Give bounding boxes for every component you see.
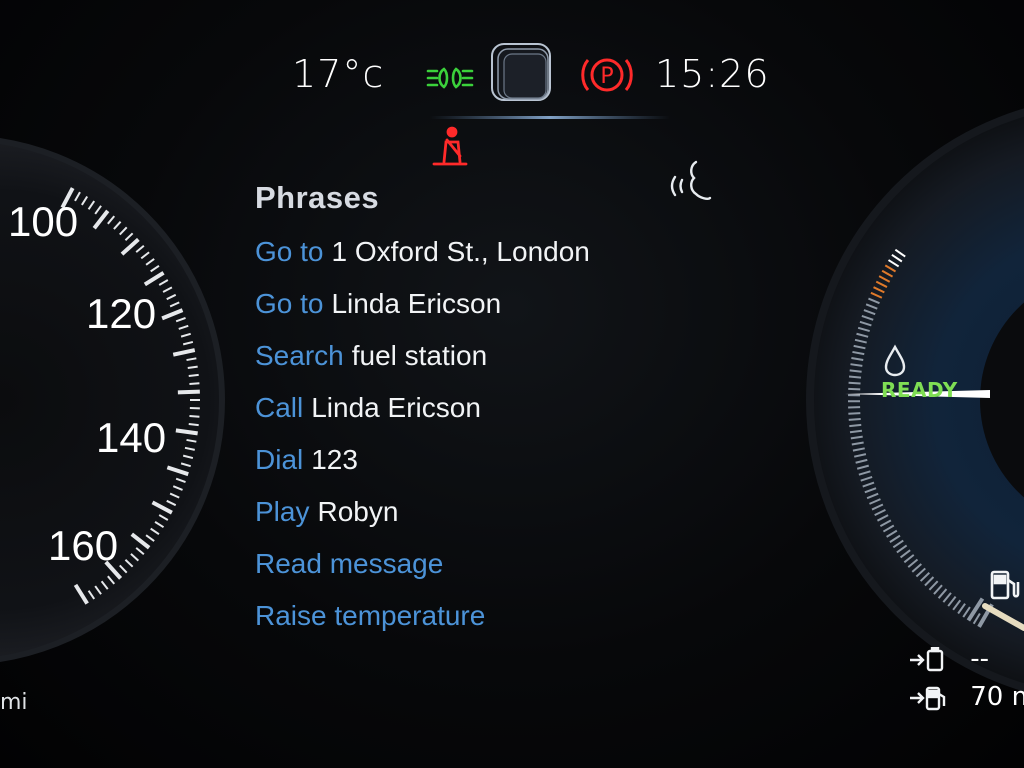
gauge-tick: [848, 387, 861, 391]
fuel-drop-icon: [884, 344, 906, 377]
status-bar: 17°c P 15:26: [0, 0, 1024, 150]
phrase-item[interactable]: Dial 123: [255, 434, 715, 486]
fuel-range-icon: [910, 686, 946, 710]
phrase-command: Play: [255, 496, 310, 527]
phrase-command: Raise temperature: [255, 600, 486, 631]
phrase-argument: 1 Oxford St., London: [331, 236, 590, 267]
battery-range-icon: [910, 646, 944, 671]
electric-range-value: --: [970, 644, 990, 674]
speed-label-100: 100: [8, 198, 79, 245]
phrase-item[interactable]: Go to 1 Oxford St., London: [255, 226, 715, 278]
outside-temperature: 17°c: [292, 52, 385, 96]
phrase-command: Dial: [255, 444, 304, 475]
phrase-item[interactable]: Call Linda Ericson: [255, 382, 715, 434]
phrase-argument: Linda Ericson: [311, 392, 481, 423]
gauge-tick: [848, 412, 861, 415]
phrase-argument: 123: [311, 444, 358, 475]
speed-unit: mi: [0, 690, 28, 715]
phrase-command: Search: [255, 340, 344, 371]
gauge-tick: [848, 381, 861, 385]
clock-time: 15:26: [655, 52, 770, 96]
fuel-range-value: 70 m: [970, 682, 1024, 712]
gauge-tick: [188, 423, 199, 427]
gauge-tick: [848, 375, 862, 379]
headlight-icon: [426, 67, 474, 89]
gauge-tick: [849, 423, 862, 428]
phrases-title: Phrases: [255, 180, 380, 215]
fuel-pump-icon: [990, 570, 1020, 600]
gauge-tick: [848, 417, 861, 421]
gauge-tick: [177, 389, 200, 395]
fuel-range-row: 70 m: [908, 682, 1024, 712]
gauge-tick: [187, 365, 198, 369]
electric-range-row: --: [908, 644, 989, 674]
phrase-argument: Robyn: [317, 496, 399, 527]
phrase-item[interactable]: Go to Linda Ericson: [255, 278, 715, 330]
speed-label-160: 160: [48, 522, 119, 569]
phrase-command: Call: [255, 392, 304, 423]
speed-label-120: 120: [86, 290, 157, 337]
phrase-command: Go to: [255, 288, 324, 319]
parking-brake-icon: P: [581, 58, 633, 92]
ready-status: READY: [881, 378, 958, 402]
phrase-command: Go to: [255, 236, 324, 267]
phrase-item[interactable]: Raise temperature: [255, 590, 715, 642]
gauge-tick: [189, 382, 200, 385]
phrase-item[interactable]: Read message: [255, 538, 715, 590]
phrase-argument: fuel station: [351, 340, 488, 371]
phrase-item[interactable]: Search fuel station: [255, 330, 715, 382]
phrase-argument: Linda Ericson: [331, 288, 502, 319]
auto-mode-icon: [491, 43, 551, 101]
speed-label-140: 140: [96, 414, 167, 461]
voice-phrases-panel: Phrases Go to 1 Oxford St., London Go to L…: [255, 180, 715, 642]
seatbelt-warning-icon: [432, 126, 468, 166]
phrase-command: Read message: [255, 548, 444, 579]
gauge-tick: [188, 373, 199, 377]
gauge-tick: [849, 369, 862, 373]
gauge-tick: [189, 415, 200, 418]
phrase-item[interactable]: Play Robyn: [255, 486, 715, 538]
svg-text:P: P: [600, 64, 613, 89]
